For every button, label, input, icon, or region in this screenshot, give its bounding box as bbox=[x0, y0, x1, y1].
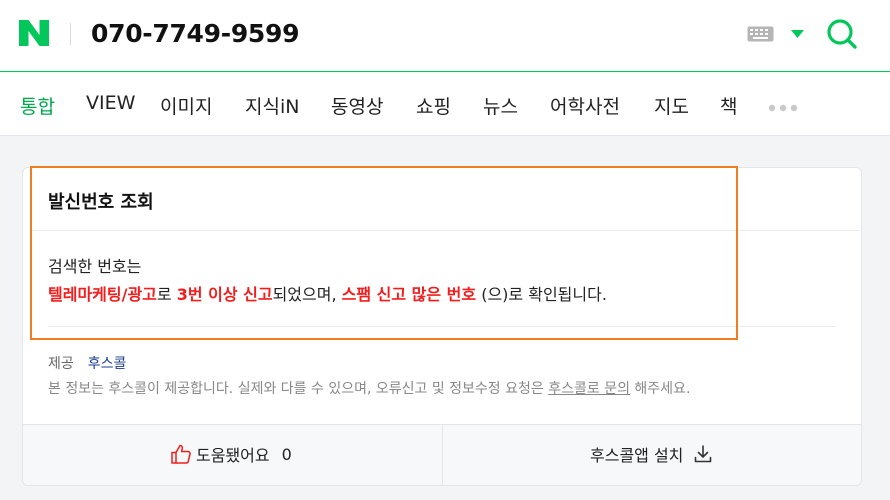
result-text-part: 로 bbox=[156, 285, 177, 304]
card-title: 발신번호 조회 bbox=[48, 192, 154, 213]
provider-link[interactable]: 후스콜 bbox=[88, 356, 127, 372]
keyboard-icon[interactable] bbox=[747, 26, 774, 42]
caret-down-icon[interactable] bbox=[791, 30, 804, 38]
tab-knowledge-in[interactable]: 지식iN bbox=[245, 92, 299, 119]
title-divider bbox=[32, 230, 860, 231]
provider-info: 제공 후스콜 bbox=[48, 353, 126, 373]
footer-divider bbox=[442, 425, 443, 485]
tab-integrated[interactable]: 통합 bbox=[20, 92, 55, 119]
result-text-part: (으)로 확인됩니다. bbox=[476, 285, 607, 304]
search-icon[interactable] bbox=[826, 18, 858, 50]
category-highlight: 텔레마케팅/광고 bbox=[48, 285, 157, 304]
tab-view[interactable]: VIEW bbox=[86, 92, 135, 114]
report-count-highlight: 3번 이상 신고 bbox=[176, 285, 273, 304]
install-app-button[interactable]: 후스콜앱 설치 bbox=[590, 441, 713, 467]
notice-text-end: 해주세요. bbox=[629, 381, 691, 397]
tab-news[interactable]: 뉴스 bbox=[483, 92, 518, 119]
body-divider bbox=[48, 326, 836, 327]
spam-warning-highlight: 스팸 신고 많은 번호 bbox=[341, 285, 477, 304]
helpful-label: 도움됐어요 bbox=[196, 446, 270, 465]
search-tabs: 통합 VIEW 이미지 지식iN 동영상 쇼핑 뉴스 어학사전 지도 책 bbox=[0, 73, 890, 136]
install-app-label: 후스콜앱 설치 bbox=[590, 446, 684, 465]
more-dots-icon[interactable] bbox=[768, 104, 798, 112]
header-divider bbox=[70, 23, 71, 45]
tab-map[interactable]: 지도 bbox=[654, 92, 689, 119]
result-summary-text: 텔레마케팅/광고로 3번 이상 신고되었으며, 스팸 신고 많은 번호 (으)로… bbox=[48, 281, 607, 305]
helpful-button[interactable]: 도움됐어요 0 bbox=[170, 441, 292, 467]
search-query-text[interactable]: 070-7749-9599 bbox=[91, 19, 300, 48]
provider-label: 제공 bbox=[48, 356, 74, 372]
result-text-part: 되었으며, bbox=[272, 285, 342, 304]
result-intro-text: 검색한 번호는 bbox=[48, 257, 142, 276]
naver-logo-icon[interactable] bbox=[19, 20, 49, 46]
download-icon bbox=[695, 445, 712, 463]
tab-books[interactable]: 책 bbox=[720, 92, 737, 119]
helpful-count: 0 bbox=[281, 444, 292, 464]
contact-provider-link[interactable]: 후스콜로 문의 bbox=[548, 381, 630, 397]
thumbs-up-icon bbox=[171, 444, 191, 464]
tab-shopping[interactable]: 쇼핑 bbox=[416, 92, 451, 119]
provider-notice: 본 정보는 후스콜이 제공합니다. 실제와 다를 수 있으며, 오류신고 및 정… bbox=[48, 378, 690, 398]
tab-images[interactable]: 이미지 bbox=[160, 92, 212, 119]
tab-dictionary[interactable]: 어학사전 bbox=[550, 92, 620, 119]
notice-text: 본 정보는 후스콜이 제공합니다. 실제와 다를 수 있으며, 오류신고 및 정… bbox=[48, 381, 549, 397]
search-header: 070-7749-9599 bbox=[0, 0, 890, 72]
tab-videos[interactable]: 동영상 bbox=[331, 92, 383, 119]
